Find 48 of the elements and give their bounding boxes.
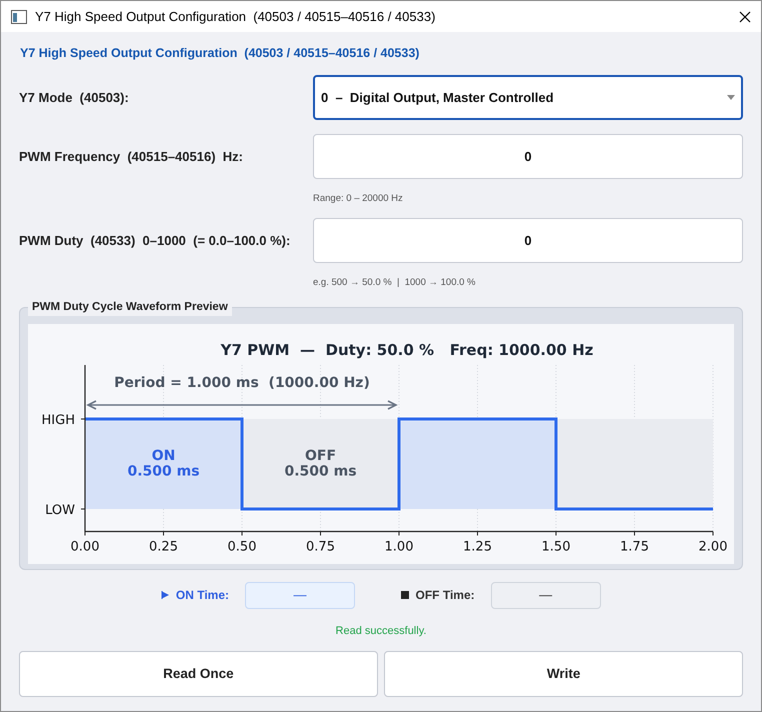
off-time-label: 0.500 ms bbox=[284, 462, 357, 479]
tick-label: 1.50 bbox=[542, 539, 570, 554]
time-value: — bbox=[245, 582, 355, 608]
tick-mark bbox=[80, 508, 86, 509]
action-button[interactable]: Write bbox=[384, 651, 743, 697]
group-title: PWM Duty Cycle Waveform Preview bbox=[28, 298, 232, 316]
hint-text: e.g. 500 → 50.0 % | 1000 → 100.0 % bbox=[313, 276, 476, 290]
tick-mark bbox=[477, 530, 478, 536]
close-icon[interactable] bbox=[739, 10, 751, 23]
field-label: PWM Frequency (40515–40516) Hz: bbox=[19, 148, 244, 166]
mode-dropdown[interactable]: 0 – Digital Output, Master Controlled bbox=[313, 75, 743, 120]
window-title: Y7 High Speed Output Configuration (40503 / 40515–40516 / 40533) bbox=[35, 8, 436, 26]
tick-label: 0.75 bbox=[306, 539, 335, 554]
on-time-label: ON bbox=[152, 448, 176, 464]
tick-mark bbox=[320, 530, 321, 536]
number-field[interactable]: 0 bbox=[313, 134, 743, 179]
tick-mark bbox=[163, 530, 164, 536]
tick-label: HIGH bbox=[42, 412, 75, 428]
period-label: Period = 1.000 ms (1000.00 Hz) bbox=[114, 374, 370, 390]
square-icon bbox=[401, 591, 409, 599]
status-message: Read successfully. bbox=[334, 624, 428, 638]
tick-label: 2.00 bbox=[698, 539, 728, 554]
tick-label: 1.00 bbox=[384, 539, 414, 554]
tick-mark bbox=[80, 418, 86, 419]
section-heading: Y7 High Speed Output Configuration (40503 / 40515–40516 / 40533) bbox=[20, 45, 420, 62]
tick-label: 1.25 bbox=[463, 539, 492, 554]
tick-mark bbox=[84, 530, 86, 536]
tick-mark bbox=[634, 530, 635, 536]
time-value: — bbox=[490, 582, 601, 608]
field-label: PWM Duty (40533) 0–1000 (= 0.0–100.0 %): bbox=[19, 232, 292, 250]
tick-label: 1.75 bbox=[620, 539, 649, 554]
tick-mark bbox=[398, 530, 400, 536]
tick-label: LOW bbox=[45, 502, 75, 518]
pointer-icon bbox=[161, 591, 170, 599]
tick-mark bbox=[712, 530, 714, 536]
time-label: OFF Time: bbox=[416, 587, 475, 604]
off-time-label: OFF bbox=[304, 448, 336, 464]
number-field[interactable]: 0 bbox=[313, 218, 743, 264]
hint-text: Range: 0 – 20000 Hz bbox=[313, 192, 404, 206]
tick-label: 0.25 bbox=[149, 539, 178, 554]
field-label: Y7 Mode (40503): bbox=[19, 88, 130, 107]
chart-title: Y7 PWM — Duty: 50.0 % Freq: 1000.00 Hz bbox=[220, 340, 594, 358]
action-button[interactable]: Read Once bbox=[19, 651, 378, 697]
tick-label: 0.50 bbox=[228, 539, 256, 554]
tick-label: 0.00 bbox=[70, 539, 100, 554]
on-time-label: 0.500 ms bbox=[127, 462, 200, 479]
time-label: ON Time: bbox=[176, 587, 229, 604]
app-icon bbox=[11, 10, 27, 24]
